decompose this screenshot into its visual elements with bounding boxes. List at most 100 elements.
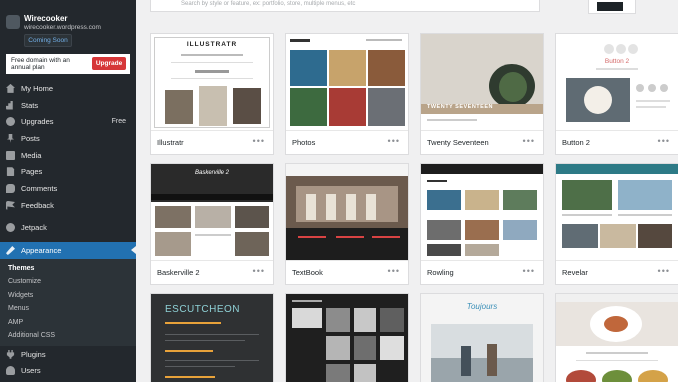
menu-label: Upgrades [21, 117, 54, 127]
theme-name: Revelar [562, 268, 588, 277]
pin-icon [6, 133, 15, 143]
theme-name: TextBook [292, 268, 323, 277]
theme-card-toujours[interactable]: Toujours [420, 293, 544, 382]
site-title[interactable]: Wirecooker [24, 14, 68, 23]
pages-icon [6, 167, 15, 177]
theme-card-rowling[interactable]: Rowling ••• [420, 163, 544, 285]
submenu-themes[interactable]: Themes [0, 262, 136, 276]
escutcheon-logo: ESCUTCHEON [165, 304, 241, 315]
theme-card-photos[interactable]: Photos ••• [285, 33, 409, 155]
theme-preview-button-2[interactable]: Button 2 [556, 34, 678, 131]
theme-preview-rowling[interactable] [421, 164, 543, 261]
feedback-icon [6, 200, 15, 210]
theme-card-escutcheon[interactable]: ESCUTCHEON [150, 293, 274, 382]
theme-card-twenty-seventeen[interactable]: TWENTY SEVENTEEN Twenty Seventeen ••• [420, 33, 544, 155]
menu-item-appearance[interactable]: Appearance [0, 242, 136, 259]
submenu-customize[interactable]: Customize [0, 275, 136, 289]
theme-preview-toujours[interactable]: Toujours [421, 294, 543, 382]
menu-label: My Home [21, 83, 54, 93]
site-logo-icon [6, 15, 20, 29]
upgrades-icon [6, 117, 15, 127]
upgrade-button[interactable]: Upgrade [92, 57, 126, 70]
theme-name: Baskerville 2 [157, 268, 200, 277]
menu-item-users[interactable]: Users [0, 363, 136, 380]
theme-name: Photos [292, 138, 316, 147]
theme-more-menu[interactable]: ••• [658, 266, 670, 276]
theme-search-text: Search by style or feature, ex: portfoli… [181, 1, 356, 7]
theme-name: Illustratr [157, 138, 184, 147]
theme-more-menu[interactable]: ••• [253, 136, 265, 146]
media-icon [6, 150, 15, 160]
submenu-additional-css[interactable]: Additional CSS [0, 329, 136, 343]
menu-item-plugins[interactable]: Plugins [0, 346, 136, 363]
theme-preview-escutcheon[interactable]: ESCUTCHEON [151, 294, 273, 382]
menu-label: Comments [21, 183, 58, 193]
theme-more-menu[interactable]: ••• [253, 266, 265, 276]
menu-label: Posts [21, 133, 40, 143]
menu-item-stats[interactable]: Stats [0, 97, 136, 114]
site-url[interactable]: wirecooker.wordpress.com [24, 24, 101, 31]
illustratr-logo: ILLUSTRATR [186, 41, 238, 48]
menu-item-pages[interactable]: Pages [0, 163, 136, 180]
paintbrush-icon [6, 246, 15, 256]
theme-card-dark-grid[interactable] [285, 293, 409, 382]
theme-card-button-2[interactable]: Button 2 Button 2 ••• [555, 33, 678, 155]
twenty-seventeen-caption: TWENTY SEVENTEEN [427, 104, 493, 110]
menu-item-feedback[interactable]: Feedback [0, 197, 136, 214]
menu-item-posts[interactable]: Posts [0, 130, 136, 147]
theme-preview-baskerville-2[interactable]: Baskerville 2 [151, 164, 273, 261]
upgrades-free-badge: Free [111, 118, 126, 126]
plugin-icon [6, 349, 15, 359]
menu-label: Feedback [21, 200, 54, 210]
domain-promo: Free domain with an annual plan Upgrade [6, 54, 130, 74]
theme-more-menu[interactable]: ••• [388, 266, 400, 276]
theme-more-menu[interactable]: ••• [523, 266, 535, 276]
theme-preview-photos[interactable] [286, 34, 408, 131]
theme-more-menu[interactable]: ••• [658, 136, 670, 146]
themes-main: Search by style or feature, ex: portfoli… [136, 0, 678, 382]
menu-label: Stats [21, 100, 39, 110]
menu-item-jetpack[interactable]: Jetpack [0, 220, 136, 237]
theme-name: Twenty Seventeen [427, 138, 489, 147]
submenu-menus[interactable]: Menus [0, 302, 136, 316]
button-2-logo: Button 2 [604, 58, 630, 65]
menu-label: Media [21, 150, 42, 160]
admin-sidebar: Wirecooker wirecooker.wordpress.com Comi… [0, 0, 136, 382]
menu-item-media[interactable]: Media [0, 147, 136, 164]
menu-label: Jetpack [21, 223, 47, 233]
menu-label: Pages [21, 167, 43, 177]
theme-card-revelar[interactable]: Revelar ••• [555, 163, 678, 285]
users-icon [6, 366, 15, 376]
theme-preview-dark-grid[interactable] [286, 294, 408, 382]
menu-label: Users [21, 366, 41, 376]
menu-item-comments[interactable]: Comments [0, 180, 136, 197]
theme-name: Button 2 [562, 138, 590, 147]
stats-icon [6, 100, 13, 110]
home-icon [6, 83, 15, 93]
coming-soon-badge[interactable]: Coming Soon [24, 34, 72, 47]
theme-card-illustratr[interactable]: ILLUSTRATR Illustratr ••• [150, 33, 274, 155]
theme-search-bar[interactable]: Search by style or feature, ex: portfoli… [150, 0, 540, 12]
promo-text: Free domain with an annual plan [11, 57, 70, 71]
theme-preview-textbook[interactable] [286, 164, 408, 261]
submenu-widgets[interactable]: Widgets [0, 289, 136, 303]
theme-preview-food[interactable] [556, 294, 678, 382]
theme-preview-revelar[interactable] [556, 164, 678, 261]
submenu-amp[interactable]: AMP [0, 316, 136, 330]
theme-card-food[interactable] [555, 293, 678, 382]
jetpack-icon [6, 223, 15, 233]
theme-card-baskerville-2[interactable]: Baskerville 2 Baskerville 2 ••• [150, 163, 274, 285]
menu-label: Appearance [21, 246, 62, 256]
theme-card-textbook[interactable]: TextBook ••• [285, 163, 409, 285]
theme-preview-illustratr[interactable]: ILLUSTRATR [151, 34, 273, 131]
theme-more-menu[interactable]: ••• [388, 136, 400, 146]
theme-name: Rowling [427, 268, 454, 277]
comments-icon [6, 183, 15, 193]
menu-item-upgrades[interactable]: Upgrades Free [0, 113, 136, 130]
menu-label: Plugins [21, 349, 46, 359]
theme-more-menu[interactable]: ••• [523, 136, 535, 146]
theme-preview-twenty-seventeen[interactable]: TWENTY SEVENTEEN [421, 34, 543, 131]
site-info[interactable]: Wirecooker wirecooker.wordpress.com Comi… [0, 0, 136, 50]
theme-filter-control[interactable] [588, 0, 636, 14]
menu-item-my-home[interactable]: My Home [0, 80, 136, 97]
